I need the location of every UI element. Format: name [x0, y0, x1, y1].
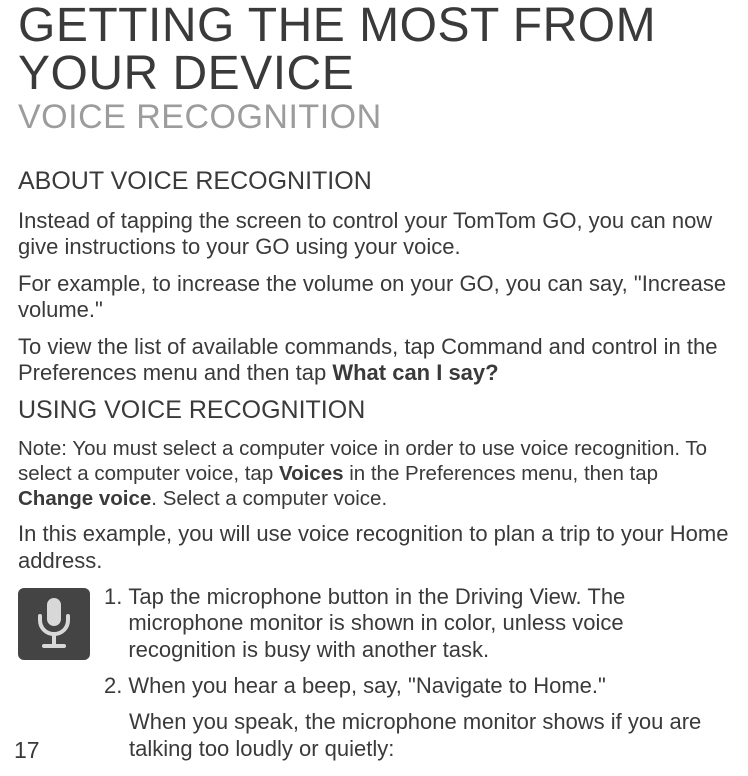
- page-subtitle: VOICE RECOGNITION: [18, 98, 736, 137]
- list-marker: 1.: [104, 584, 122, 663]
- note-paragraph: Note: You must select a computer voice i…: [18, 437, 736, 511]
- list-item: 2. When you hear a beep, say, "Navigate …: [104, 673, 736, 699]
- paragraph: For example, to increase the volume on y…: [18, 271, 736, 324]
- paragraph: Instead of tapping the screen to control…: [18, 208, 736, 261]
- bold-text: Voices: [279, 462, 344, 485]
- instruction-block: 1. Tap the microphone button in the Driv…: [18, 584, 736, 762]
- list-marker: 2.: [104, 673, 122, 699]
- ordered-list: 1. Tap the microphone button in the Driv…: [104, 584, 736, 762]
- list-content: Tap the microphone button in the Driving…: [128, 584, 736, 663]
- paragraph: To view the list of available commands, …: [18, 334, 736, 387]
- sub-paragraph: When you speak, the microphone monitor s…: [129, 709, 736, 762]
- section-heading-about: ABOUT VOICE RECOGNITION: [18, 167, 736, 196]
- bold-text: What can I say?: [332, 360, 498, 385]
- microphone-icon: [18, 588, 90, 660]
- list-item: 1. Tap the microphone button in the Driv…: [104, 584, 736, 663]
- section-heading-using: USING VOICE RECOGNITION: [18, 396, 736, 425]
- bold-text: Change voice: [18, 487, 151, 510]
- page-title: GETTING THE MOST FROM YOUR DEVICE: [18, 2, 736, 98]
- paragraph: In this example, you will use voice reco…: [18, 521, 736, 574]
- list-content: When you hear a beep, say, "Navigate to …: [128, 673, 736, 699]
- page-number: 17: [14, 737, 40, 764]
- text-span: . Select a computer voice.: [151, 487, 387, 510]
- text-span: in the Preferences menu, then tap: [344, 462, 659, 485]
